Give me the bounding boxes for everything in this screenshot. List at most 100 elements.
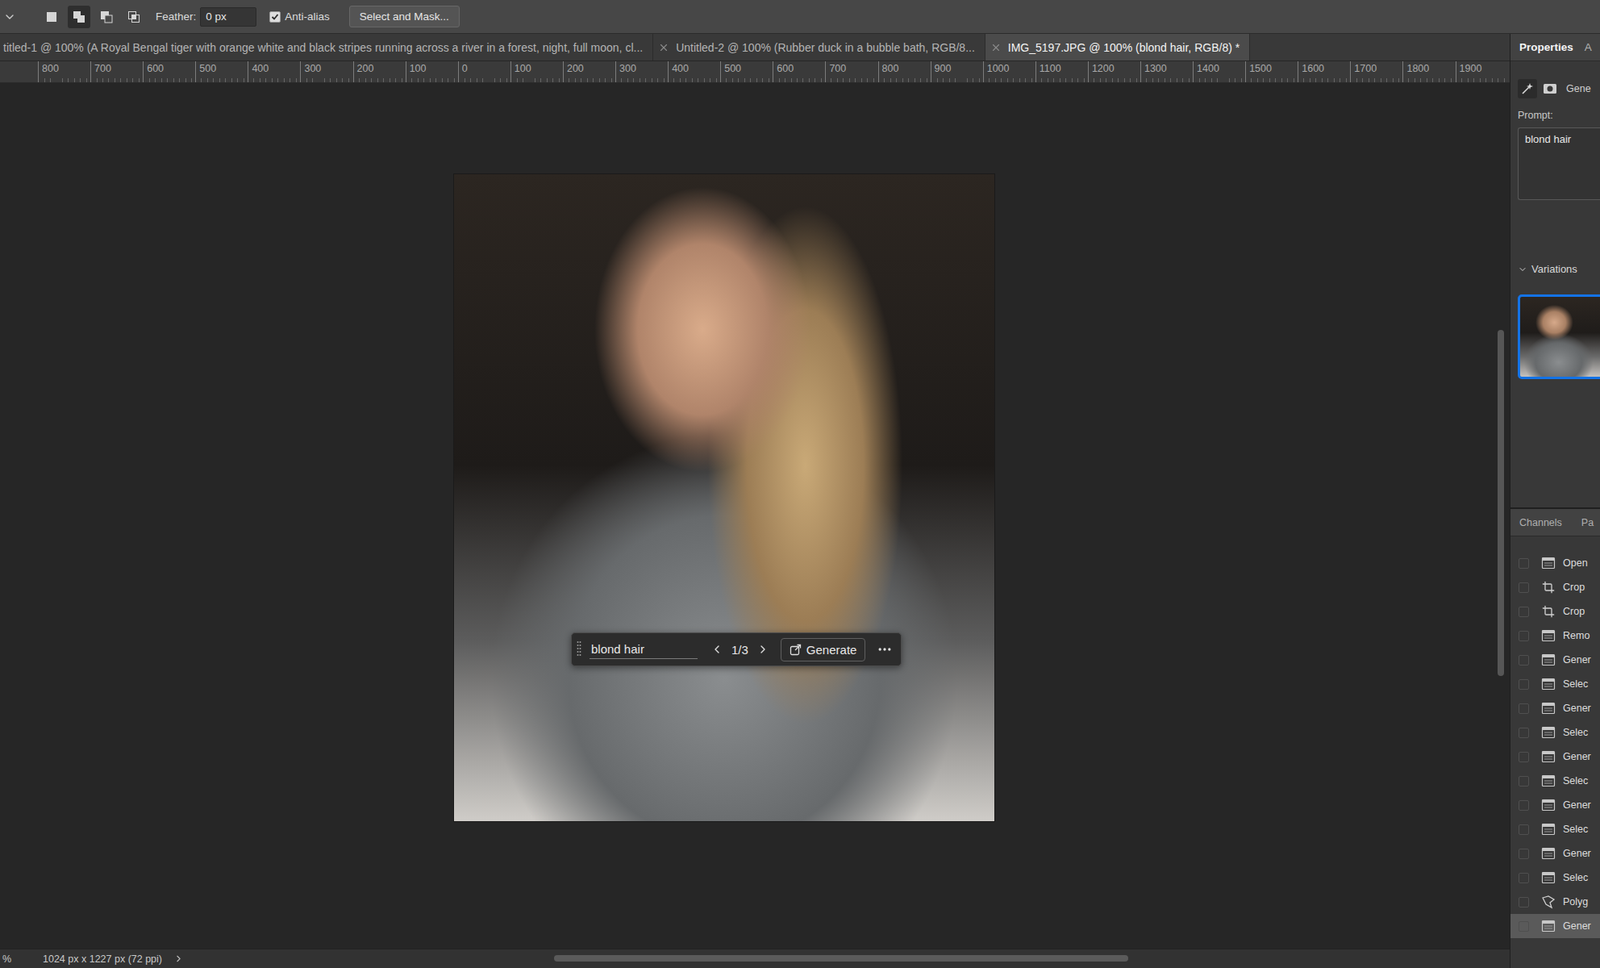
history-step-label: Selec [1562,823,1588,835]
ruler-label: 200 [353,61,406,83]
vertical-scroll-thumb[interactable] [1497,329,1505,676]
snapshot-source-box[interactable] [1518,800,1530,811]
snapshot-source-box[interactable] [1518,727,1530,738]
history-step-label: Open [1562,557,1588,569]
history-step[interactable]: Open [1510,550,1600,575]
chevron-right-icon [173,953,184,964]
document-tab[interactable]: IMG_5197.JPG @ 100% (blond hair, RGB/8) … [985,33,1250,61]
status-menu-button[interactable] [173,953,184,964]
prompt-label: Prompt: [1517,109,1600,121]
document-tab[interactable]: Untitled-2 @ 100% (Rubber duck in a bubb… [653,33,986,61]
history-step[interactable]: Gener [1510,841,1600,866]
history-step-icon [1541,798,1556,812]
canvas: blond hair1/3Generate [0,83,1492,949]
feather-input[interactable]: 0 px [200,7,257,27]
ruler-label: 400 [667,61,721,83]
variation-thumbnails [1517,294,1600,380]
chevron-left-icon [710,642,724,656]
history-step[interactable]: Gener [1510,913,1600,938]
close-tab-icon[interactable] [658,41,670,54]
snapshot-source-box[interactable] [1518,582,1530,593]
snapshot-source-box[interactable] [1518,558,1530,569]
snapshot-source-box[interactable] [1518,703,1530,714]
step-icon-holder [1540,651,1557,668]
tool-preset-chevron-icon[interactable] [3,10,17,24]
ruler-label: 300 [615,61,668,83]
selection-mode-button[interactable] [95,5,118,29]
ruler-label: 400 [247,61,300,83]
snapshot-source-box[interactable] [1518,848,1530,859]
panel-tab[interactable]: Properties [1519,41,1574,54]
snapshot-source-box[interactable] [1518,920,1530,932]
history-step[interactable]: Selec [1510,720,1600,745]
snapshot-source-box[interactable] [1518,630,1530,642]
check-icon [270,12,280,21]
ruler-label: 600 [772,61,825,83]
ruler-label: 1800 [1402,61,1455,83]
history-step[interactable]: Selec [1510,816,1600,842]
history-step[interactable]: Gener [1510,792,1600,817]
snapshot-source-box[interactable] [1518,896,1530,908]
snapshot-source-box[interactable] [1518,679,1530,690]
horizontal-scroll-thumb[interactable] [554,954,1129,962]
ruler-label: 600 [142,61,196,83]
snapshot-source-box[interactable] [1518,654,1530,666]
document-tab[interactable]: titled-1 @ 100% (A Royal Bengal tiger wi… [2,33,654,61]
step-icon-holder [1540,796,1557,813]
history-step[interactable]: Selec [1510,865,1600,890]
panel-tab[interactable]: A [1584,41,1592,54]
subtract-selection-icon [99,9,114,25]
anti-alias-checkbox[interactable] [269,11,281,23]
history-step-icon [1541,774,1556,788]
prompt-textarea[interactable]: blond hair [1517,127,1600,200]
properties-mode-button[interactable] [1517,79,1538,99]
ruler-label: 1900 [1455,61,1509,83]
step-icon-holder [1540,893,1557,910]
history-step-label: Gener [1562,654,1592,666]
history-step-label: Crop [1562,605,1585,617]
variation-thumbnail[interactable] [1517,294,1600,380]
snapshot-source-box[interactable] [1518,775,1530,787]
history-step[interactable]: Gener [1510,744,1600,769]
zoom-level[interactable]: % [2,953,43,965]
selection-mode-button[interactable] [40,5,63,29]
history-step-icon [1541,701,1556,715]
prompt-input[interactable]: blond hair [589,639,698,659]
history-list: OpenCropCropRemoGenerSelecGenerSelecGene… [1510,536,1600,938]
history-step[interactable]: Selec [1510,768,1600,793]
photo[interactable]: blond hair1/3Generate [454,174,995,821]
snapshot-source-box[interactable] [1518,872,1530,884]
snapshot-source-box[interactable] [1518,751,1530,763]
intersect-selection-icon [126,9,142,25]
close-tab-icon[interactable] [990,41,1002,54]
history-step-label: Selec [1562,871,1588,884]
previous-variation-button[interactable] [710,642,724,656]
history-step-label: Crop [1562,581,1585,593]
history-step[interactable]: Gener [1510,695,1600,721]
history-step[interactable]: Crop [1510,575,1600,600]
anti-alias-label[interactable]: Anti-alias [284,10,330,23]
workspace: titled-1 @ 100% (A Royal Bengal tiger wi… [0,33,1600,968]
step-icon-holder [1540,579,1557,596]
selection-mode-button[interactable] [67,5,91,29]
snapshot-source-box[interactable] [1518,824,1530,835]
history-step-icon [1541,725,1556,739]
more-icon [876,641,893,658]
variations-header[interactable]: Variations [1517,262,1600,275]
history-step[interactable]: Selec [1510,671,1600,696]
properties-mode-button[interactable] [1540,79,1560,99]
panel-tab[interactable]: Channels [1519,516,1563,529]
history-step[interactable]: Crop [1510,599,1600,624]
properties-panel-tabs: Properties A [1510,33,1600,62]
generate-button[interactable]: Generate [780,637,867,662]
selection-mode-button[interactable] [122,5,146,29]
more-options-button[interactable] [876,641,893,658]
panel-tab[interactable]: Pa [1581,516,1594,529]
history-step[interactable]: Remo [1510,623,1600,648]
history-step[interactable]: Gener [1510,647,1600,672]
next-variation-button[interactable] [756,642,770,656]
history-step[interactable]: Polyg [1510,889,1600,914]
select-and-mask-button[interactable]: Select and Mask... [349,5,460,28]
grip-icon[interactable] [576,640,582,659]
snapshot-source-box[interactable] [1518,606,1530,617]
